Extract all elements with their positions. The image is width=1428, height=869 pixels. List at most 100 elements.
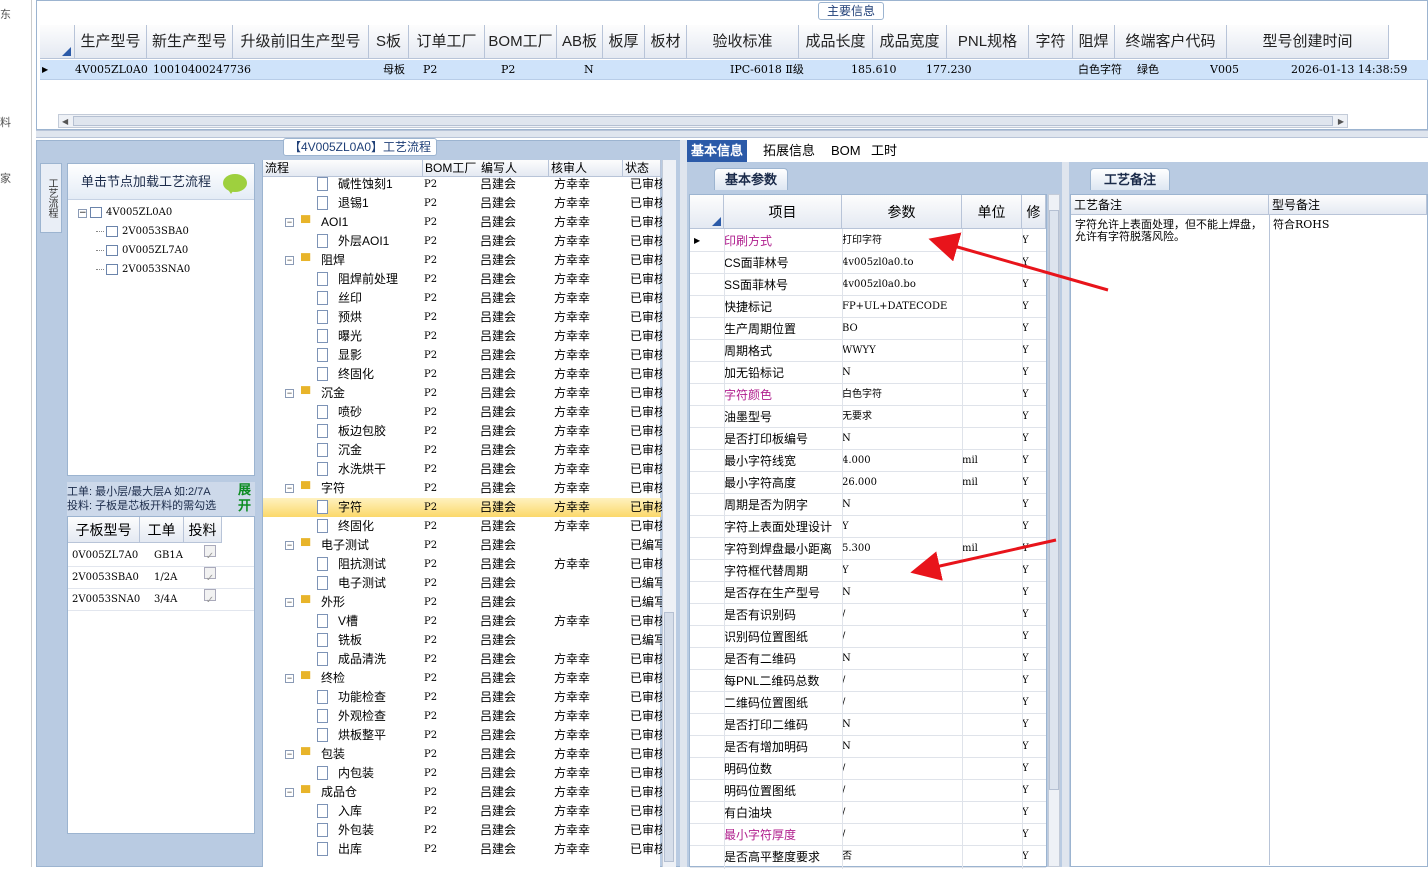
chat-bubble-icon[interactable] — [223, 174, 247, 194]
flow-step-row[interactable]: − ▀ 成品仓 P2 吕建会 方幸幸 已审核 — [263, 783, 662, 802]
param-value[interactable]: N — [842, 736, 960, 758]
collapse-icon[interactable]: − — [285, 598, 294, 607]
flow-step-row[interactable]: 预烘 P2 吕建会 方幸幸 已审核 — [263, 308, 662, 327]
flow-step-row[interactable]: 碱性蚀刻1 P2 吕建会 方幸幸 已审核 — [263, 175, 662, 194]
flow-step-row[interactable]: 终固化 P2 吕建会 方幸幸 已审核 — [263, 517, 662, 536]
collapse-icon[interactable]: − — [285, 256, 294, 265]
param-row[interactable]: 是否高平整度要求 否 Y — [690, 846, 1046, 868]
feed-checkbox[interactable]: ✓ — [204, 589, 216, 606]
flow-step-row[interactable]: 外层AOI1 P2 吕建会 方幸幸 已审核 — [263, 232, 662, 251]
column-header[interactable]: S板 — [369, 25, 409, 59]
param-value[interactable]: N — [842, 714, 960, 736]
params-column-header[interactable]: 参数 — [842, 195, 962, 229]
param-value[interactable]: 26.000 — [842, 472, 960, 494]
flow-step-row[interactable]: 丝印 P2 吕建会 方幸幸 已审核 — [263, 289, 662, 308]
flow-step-row[interactable]: 电子测试 P2 吕建会 已编写 — [263, 574, 662, 593]
vertical-splitter-2[interactable] — [1062, 162, 1069, 867]
feed-checkbox[interactable]: ✓ — [204, 567, 216, 584]
collapse-icon[interactable]: − — [285, 541, 294, 550]
flow-step-row[interactable]: − ▀ 电子测试 P2 吕建会 已编写 — [263, 536, 662, 555]
param-value[interactable]: WWYY — [842, 340, 960, 362]
param-row[interactable]: CS面菲林号 4v005zl0a0.to Y — [690, 252, 1046, 274]
param-row[interactable]: 识别码位置图纸 / Y — [690, 626, 1046, 648]
collapse-icon[interactable]: − — [285, 218, 294, 227]
flow-step-row[interactable]: − ▀ 沉金 P2 吕建会 方幸幸 已审核 — [263, 384, 662, 403]
flow-step-row[interactable]: 字符 P2 吕建会 方幸幸 已审核 — [263, 498, 662, 517]
flow-scroll-thumb[interactable] — [664, 612, 674, 862]
flow-step-row[interactable]: 水洗烘干 P2 吕建会 方幸幸 已审核 — [263, 460, 662, 479]
tab-0[interactable]: 基本信息 — [687, 140, 748, 162]
flow-step-row[interactable]: 铣板 P2 吕建会 已编写 — [263, 631, 662, 650]
param-row[interactable]: 明码位数 / Y — [690, 758, 1046, 780]
process-remark-text[interactable]: 字符允许上表面处理，但不能上焊盘，允许有字符脱落风险。 — [1075, 219, 1265, 243]
param-value[interactable]: / — [842, 780, 960, 802]
scroll-left-icon[interactable]: ◀ — [62, 117, 68, 126]
param-row[interactable]: 周期格式 WWYY Y — [690, 340, 1046, 362]
param-row[interactable]: 生产周期位置 BO Y — [690, 318, 1046, 340]
collapse-icon[interactable]: − — [285, 484, 294, 493]
param-row[interactable]: 是否打印板编号 N Y — [690, 428, 1046, 450]
params-column-header[interactable]: 单位 — [962, 195, 1022, 229]
column-header[interactable]: 验收标准 — [687, 25, 799, 59]
flow-step-row[interactable]: 终固化 P2 吕建会 方幸幸 已审核 — [263, 365, 662, 384]
column-header[interactable]: 新生产型号 — [147, 25, 233, 59]
param-row[interactable]: 是否打印二维码 N Y — [690, 714, 1046, 736]
column-header[interactable]: BOM工厂 — [485, 25, 557, 59]
flow-step-row[interactable]: 成品清洗 P2 吕建会 方幸幸 已审核 — [263, 650, 662, 669]
param-value[interactable]: 白色字符 — [842, 384, 960, 406]
tab-process-remarks[interactable]: 工艺备注 — [1090, 168, 1170, 190]
flow-step-row[interactable]: 功能检查 P2 吕建会 方幸幸 已审核 — [263, 688, 662, 707]
param-value[interactable]: N — [842, 428, 960, 450]
column-header[interactable]: 升级前旧生产型号 — [233, 25, 369, 59]
column-header[interactable]: PNL规格 — [947, 25, 1029, 59]
sub-board-row[interactable]: 0V005ZL7A0 GB1A ✓ — [68, 545, 254, 567]
param-row[interactable]: 是否有二维码 N Y — [690, 648, 1046, 670]
tree-root-node[interactable]: − 4V005ZL0A0 — [78, 203, 172, 222]
flow-step-row[interactable]: 出库 P2 吕建会 方幸幸 已审核 — [263, 840, 662, 859]
param-row[interactable]: 字符到焊盘最小距离 5.300 mil Y — [690, 538, 1046, 560]
main-info-row[interactable]: ▶ 4V005ZL0A0 10010400247736 母板 P2 P2 N IPC-6018… — [40, 60, 1428, 80]
column-header[interactable]: 型号创建时间 — [1227, 25, 1389, 59]
param-value[interactable]: 4v005zl0a0.bo — [842, 274, 960, 296]
flow-step-row[interactable]: − ▀ 字符 P2 吕建会 方幸幸 已审核 — [263, 479, 662, 498]
param-row[interactable]: 有白油块 / Y — [690, 802, 1046, 824]
sub-board-row[interactable]: 2V0053SNA0 3/4A ✓ — [68, 589, 254, 611]
collapse-icon[interactable]: − — [285, 674, 294, 683]
vertical-splitter[interactable] — [680, 140, 687, 867]
collapse-icon[interactable]: − — [285, 788, 294, 797]
flow-step-row[interactable]: − ▀ AOI1 P2 吕建会 方幸幸 已审核 — [263, 213, 662, 232]
tree-child-node[interactable]: 2V0053SNA0 — [96, 260, 190, 279]
param-value[interactable]: 5.300 — [842, 538, 960, 560]
sub-board-row[interactable]: 2V0053SBA0 1/2A ✓ — [68, 567, 254, 589]
flow-step-row[interactable]: − ▀ 阻焊 P2 吕建会 方幸幸 已审核 — [263, 251, 662, 270]
flow-step-row[interactable]: − ▀ 终检 P2 吕建会 方幸幸 已审核 — [263, 669, 662, 688]
param-row[interactable]: 二维码位置图纸 / Y — [690, 692, 1046, 714]
param-value[interactable]: 4v005zl0a0.to — [842, 252, 960, 274]
param-row[interactable]: 每PNL二维码总数 / Y — [690, 670, 1046, 692]
sub-grid-header[interactable]: 工单 — [140, 517, 184, 543]
scroll-right-icon[interactable]: ▶ — [1338, 117, 1344, 126]
param-row[interactable]: 字符颜色 白色字符 Y — [690, 384, 1046, 406]
param-row[interactable]: 是否存在生产型号 N Y — [690, 582, 1046, 604]
param-value[interactable]: N — [842, 648, 960, 670]
param-value[interactable]: 4.000 — [842, 450, 960, 472]
params-column-header[interactable]: 项目 — [724, 195, 842, 229]
param-value[interactable]: N — [842, 582, 960, 604]
param-row[interactable]: 周期是否为阴字 N Y — [690, 494, 1046, 516]
param-row[interactable]: 明码位置图纸 / Y — [690, 780, 1046, 802]
flow-step-row[interactable]: 外包装 P2 吕建会 方幸幸 已审核 — [263, 821, 662, 840]
param-value[interactable]: FP+UL+DATECODE — [842, 296, 960, 318]
column-header[interactable]: 成品宽度 — [873, 25, 947, 59]
horizontal-splitter[interactable] — [36, 130, 1428, 138]
param-value[interactable]: Y — [842, 516, 960, 538]
flow-step-row[interactable]: 板边包胶 P2 吕建会 方幸幸 已审核 — [263, 422, 662, 441]
flow-step-row[interactable]: 烘板整平 P2 吕建会 方幸幸 已审核 — [263, 726, 662, 745]
column-header[interactable]: 板材 — [645, 25, 687, 59]
param-row[interactable]: 加无铅标记 N Y — [690, 362, 1046, 384]
column-header[interactable]: 生产型号 — [75, 25, 147, 59]
collapse-icon[interactable]: − — [285, 750, 294, 759]
param-value[interactable]: / — [842, 692, 960, 714]
scroll-thumb[interactable] — [73, 116, 1333, 126]
flow-step-row[interactable]: 入库 P2 吕建会 方幸幸 已审核 — [263, 802, 662, 821]
flow-step-row[interactable]: 喷砂 P2 吕建会 方幸幸 已审核 — [263, 403, 662, 422]
